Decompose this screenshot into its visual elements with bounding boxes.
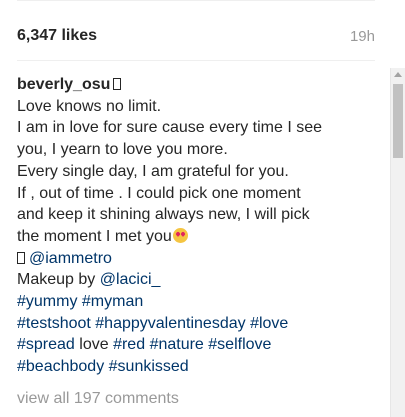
makeup-text: Makeup by — [17, 271, 100, 289]
likes-count[interactable]: 6,347 likes — [17, 27, 97, 45]
caption-line: and keep it shining always new, I will p… — [17, 206, 310, 224]
mention-lacici[interactable]: @lacici_ — [100, 271, 161, 288]
caption-line: you, I yearn to love you more. — [17, 141, 228, 159]
hashtag-beachbody[interactable]: #beachbody — [17, 358, 104, 375]
scrollbar-thumb[interactable] — [393, 84, 403, 158]
makeup-line: Makeup by @lacici_ — [17, 269, 379, 291]
hashtag-happyvalentinesday[interactable]: #happyvalentinesday — [95, 315, 245, 332]
caption-line-last: the moment I met you — [17, 226, 379, 248]
caption-line: the moment I met you — [17, 227, 172, 245]
hashtag-line: #spread love #red #nature #selflove — [17, 334, 379, 356]
box-glyph-icon — [17, 251, 25, 264]
hashtag-testshoot[interactable]: #testshoot — [17, 315, 91, 332]
caption-header: beverly_osu — [17, 74, 379, 96]
top-divider — [17, 0, 375, 1]
caption: beverly_osu Love knows no limit. I am in… — [17, 74, 379, 378]
likes-row: 6,347 likes 19h — [17, 27, 375, 49]
hashtag-myman[interactable]: #myman — [82, 293, 143, 310]
hashtag-love[interactable]: #love — [250, 315, 288, 332]
hashtag-red[interactable]: #red — [113, 336, 145, 353]
view-all-comments-link[interactable]: view all 197 comments — [17, 390, 179, 408]
scroll-up-arrow-icon[interactable] — [394, 72, 402, 77]
plain-word: love — [74, 336, 114, 354]
caption-line: Every single day, I am grateful for you. — [17, 162, 289, 180]
hashtag-line: #testshoot #happyvalentinesday #love — [17, 313, 379, 335]
mention-line: @iammetro — [17, 248, 379, 270]
heart-eyes-emoji-icon — [172, 227, 188, 243]
hashtag-line: #beachbody #sunkissed — [17, 356, 379, 378]
box-glyph-icon — [113, 78, 122, 90]
hashtag-sunkissed[interactable]: #sunkissed — [109, 358, 189, 375]
scrollbar[interactable] — [390, 68, 405, 417]
username-link[interactable]: beverly_osu — [17, 76, 110, 93]
caption-line: Love knows no limit. — [17, 97, 162, 115]
caption-line: If , out of time . I could pick one mome… — [17, 184, 301, 202]
hashtag-spread[interactable]: #spread — [17, 336, 75, 353]
post-time[interactable]: 19h — [350, 28, 375, 45]
mention-iammetro[interactable]: @iammetro — [29, 250, 112, 267]
hashtag-selflove[interactable]: #selflove — [208, 336, 271, 353]
hashtag-nature[interactable]: #nature — [150, 336, 204, 353]
section-divider — [17, 60, 375, 61]
hashtag-line: #yummy #myman — [17, 291, 379, 313]
caption-line: I am in love for sure cause every time I… — [17, 119, 323, 137]
hashtag-yummy[interactable]: #yummy — [17, 293, 77, 310]
